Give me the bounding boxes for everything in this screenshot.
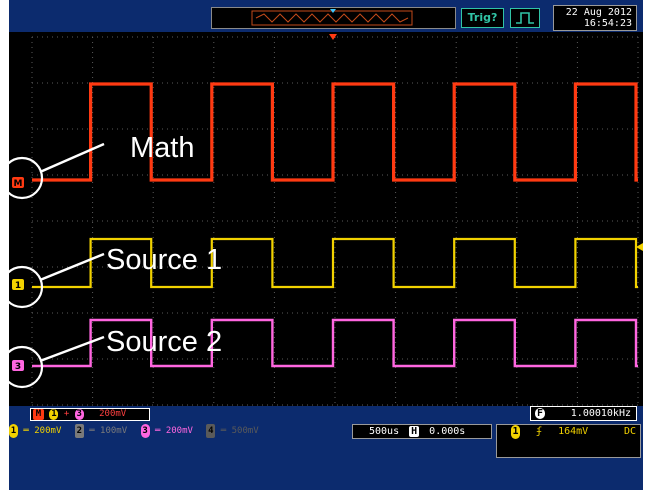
svg-text:3: 3 (15, 362, 21, 372)
source2-callout: Source 2 (106, 326, 223, 358)
ch3-chip: 3 (74, 409, 84, 420)
trigger-source-icon: 1 (511, 425, 520, 439)
math-status-bar[interactable]: M 1 + 3 200mV (30, 408, 150, 421)
frequency-value: 1.00010kHz (570, 408, 631, 419)
ch4-scale-icon[interactable]: 4 (206, 424, 216, 438)
math-callout: Math (130, 132, 195, 164)
ch3-scale: 200mV (165, 426, 193, 436)
ch2-scale-icon[interactable]: 2 (74, 424, 84, 438)
trigger-info-box[interactable]: 1 ʄ 164mV DC (496, 424, 641, 458)
ch3-scale-icon[interactable]: 3 (140, 424, 150, 438)
timebase-value: 500us (369, 426, 400, 437)
ch4-scale: 500mV (231, 426, 259, 436)
trigger-slope-icon: ʄ (536, 426, 543, 437)
horizontal-position-icon: H (409, 426, 420, 437)
math-chip: M (33, 409, 44, 420)
trigger-coupling: DC (623, 426, 636, 437)
source1-callout: Source 1 (106, 244, 223, 276)
trigger-level-value: 164mV (558, 426, 589, 437)
ch1-scale: 200mV (34, 426, 62, 436)
math-ground-marker[interactable]: M (12, 177, 24, 189)
math-leader-line (39, 142, 105, 174)
svg-text:M: M (14, 179, 23, 189)
waveform-traces (32, 82, 638, 368)
svg-text:1: 1 (15, 281, 21, 291)
ch1-scale-icon[interactable]: 1 (9, 424, 18, 438)
ch1-chip: 1 (49, 409, 59, 420)
source1-leader-line (39, 252, 105, 282)
ch2-scale: 100mV (100, 426, 128, 436)
frequency-icon: F (535, 408, 545, 419)
source2-leader-line (39, 335, 105, 363)
trigger-position-marker (329, 34, 337, 40)
channel-scale-bar: 1 ═ 200mV 2 ═ 100mV 3 ═ 200mV 4 ═ 500mV (9, 424, 259, 438)
timebase-display[interactable]: 500us H 0.000s (352, 424, 492, 439)
ch1-ground-marker[interactable]: 1 (12, 279, 24, 291)
ch3-ground-marker[interactable]: 3 (12, 360, 24, 372)
frequency-counter: F 1.00010kHz (530, 406, 637, 421)
delay-value: 0.000s (429, 426, 466, 437)
